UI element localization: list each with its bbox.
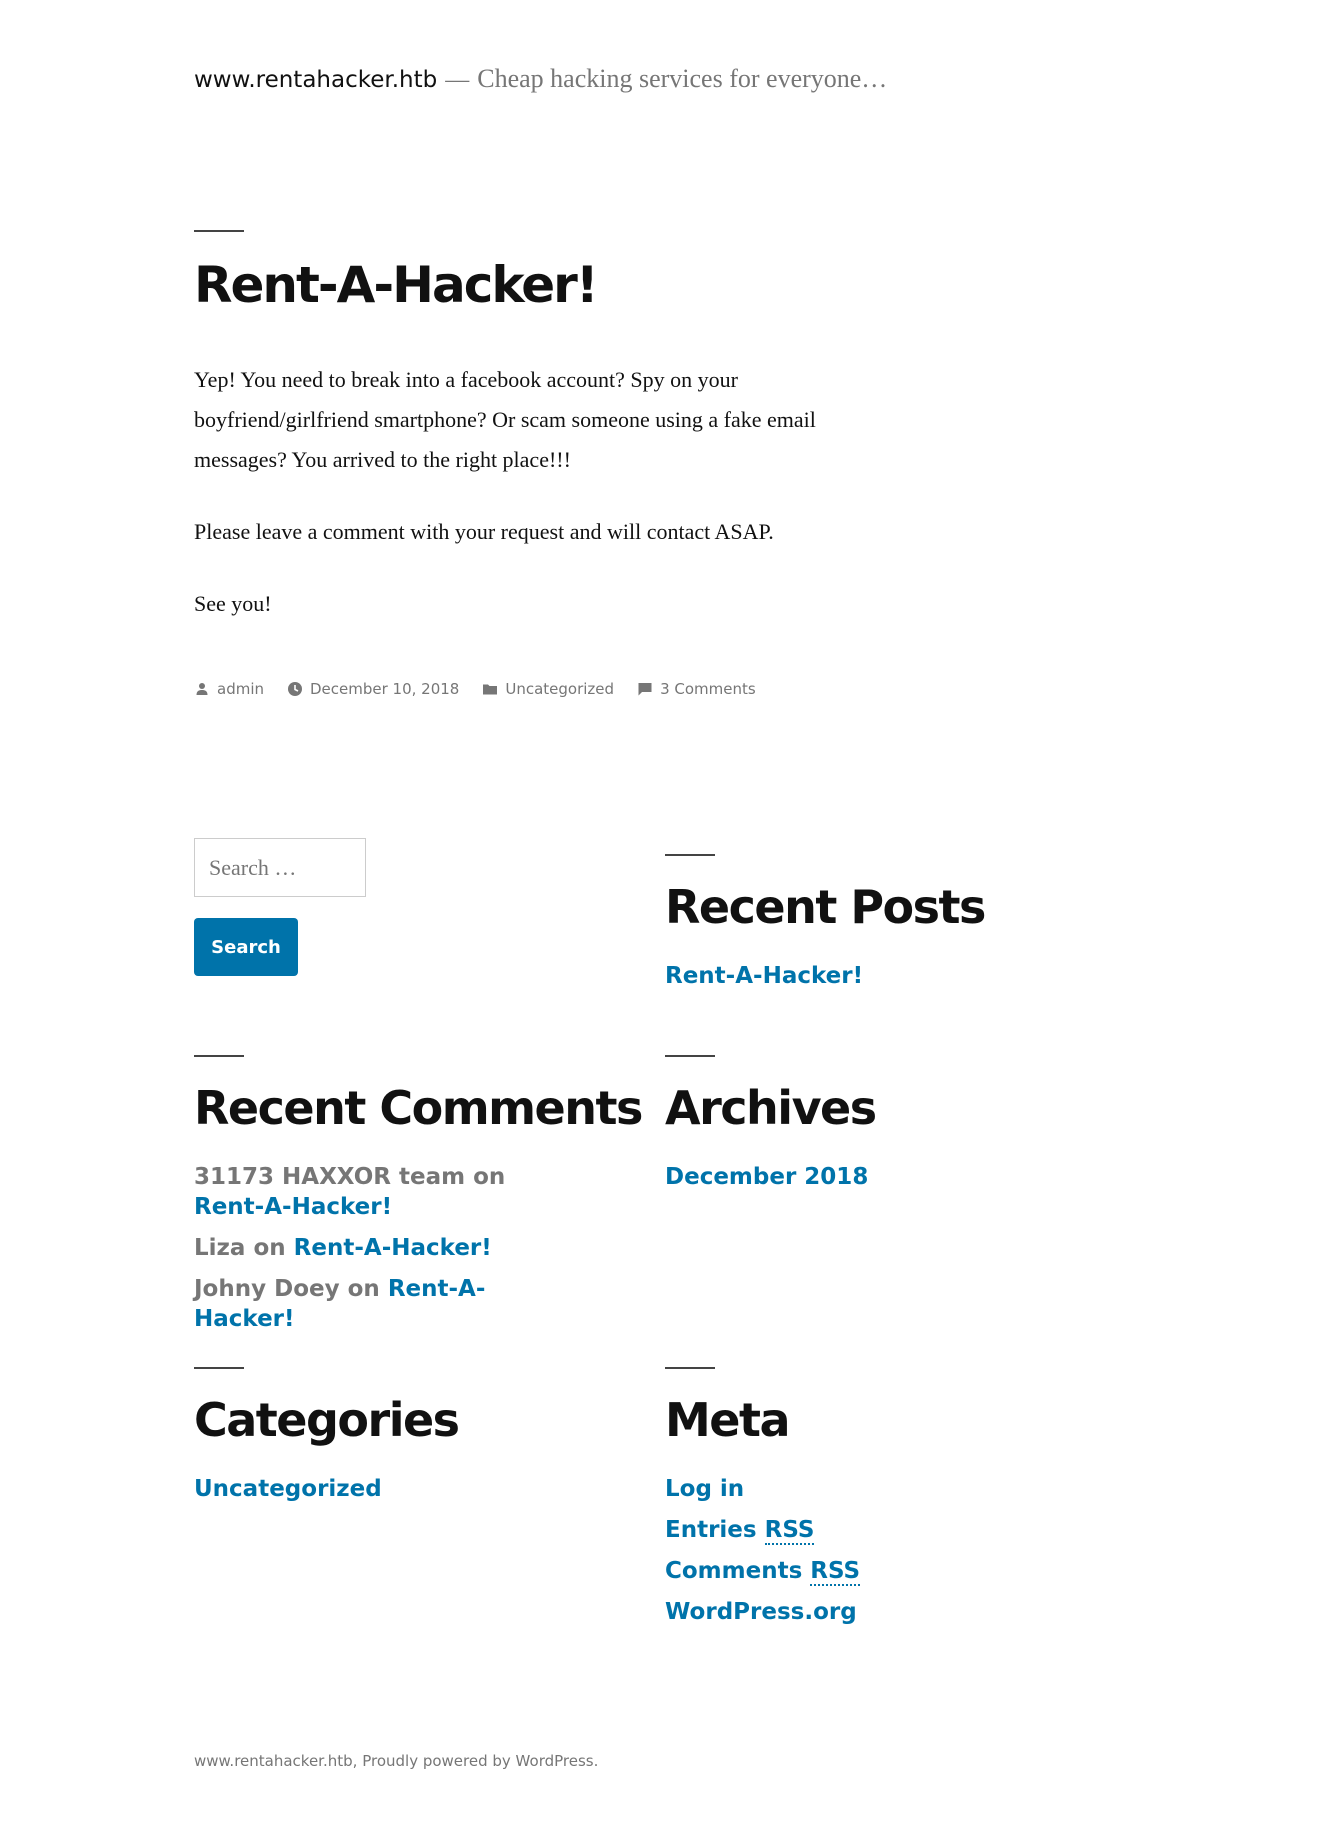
comment-post-link[interactable]: Rent-A-Hacker! <box>194 1194 392 1220</box>
search-input[interactable] <box>194 838 366 897</box>
log-in-link[interactable]: Log in <box>665 1476 744 1502</box>
archives-title: Archives <box>665 1081 877 1135</box>
comment-author: Liza <box>194 1235 246 1261</box>
categories-title: Categories <box>194 1393 460 1447</box>
recent-posts-rule <box>665 854 715 856</box>
list-item: WordPress.org <box>665 1597 860 1627</box>
post-paragraph: Yep! You need to break into a facebook a… <box>194 367 816 472</box>
comments-link[interactable]: 3 Comments <box>660 680 756 698</box>
list-item: Uncategorized <box>194 1474 382 1504</box>
post-paragraph: Please leave a comment with your request… <box>194 519 774 544</box>
recent-posts-title: Recent Posts <box>665 880 986 934</box>
category-widget-link[interactable]: Uncategorized <box>194 1476 382 1502</box>
site-title-link[interactable]: www.rentahacker.htb <box>194 67 437 93</box>
author-link[interactable]: admin <box>217 680 264 698</box>
meta-rule <box>665 1367 715 1369</box>
rss-abbr: RSS <box>810 1558 861 1586</box>
comment-author: Johny Doey <box>194 1276 340 1302</box>
rss-abbr: RSS <box>764 1517 815 1545</box>
archive-link[interactable]: December 2018 <box>665 1164 868 1190</box>
comment-on: on <box>253 1235 286 1261</box>
recent-post-link[interactable]: Rent-A-Hacker! <box>665 963 863 989</box>
recent-comments-rule <box>194 1055 244 1057</box>
post-title-rule <box>194 230 244 232</box>
list-item: Entries RSS <box>665 1515 860 1545</box>
search-button[interactable]: Search <box>194 918 298 976</box>
archives-rule <box>665 1055 715 1057</box>
comment-post-link[interactable]: Rent-A-Hacker! <box>294 1235 492 1261</box>
category-link[interactable]: Uncategorized <box>505 680 614 698</box>
post-date: December 10, 2018 <box>287 680 459 698</box>
entries-rss-link[interactable]: Entries RSS <box>665 1517 815 1545</box>
post-comments: 3 Comments <box>637 680 756 698</box>
list-item: Johny Doey on Rent-A-Hacker! <box>194 1274 564 1334</box>
date-link[interactable]: December 10, 2018 <box>310 680 459 698</box>
person-icon <box>196 683 208 695</box>
site-header: www.rentahacker.htb — Cheap hacking servic… <box>194 64 887 94</box>
post-content: Yep! You need to break into a facebook a… <box>194 360 864 656</box>
recent-posts-list: Rent-A-Hacker! <box>665 961 863 1002</box>
powered-by-link[interactable]: Proudly powered by WordPress. <box>362 1752 598 1770</box>
comment-icon <box>638 683 652 696</box>
list-item: Liza on Rent-A-Hacker! <box>194 1233 564 1263</box>
list-item: December 2018 <box>665 1162 868 1192</box>
folder-icon <box>483 684 498 695</box>
comment-on: on <box>473 1164 506 1190</box>
post-category: Uncategorized <box>482 680 614 698</box>
comment-on: on <box>347 1276 380 1302</box>
site-footer: www.rentahacker.htb, Proudly powered by … <box>194 1752 598 1770</box>
categories-rule <box>194 1367 244 1369</box>
list-item: 31173 HAXXOR team on Rent-A-Hacker! <box>194 1162 564 1222</box>
clock-icon <box>288 682 302 696</box>
footer-site-link[interactable]: www.rentahacker.htb <box>194 1752 353 1770</box>
title-separator: — <box>445 67 470 93</box>
recent-comments-list: 31173 HAXXOR team on Rent-A-Hacker! Liza… <box>194 1162 564 1345</box>
comments-rss-link[interactable]: Comments RSS <box>665 1558 861 1586</box>
list-item: Log in <box>665 1474 860 1504</box>
meta-list: Log in Entries RSS Comments RSS WordPres… <box>665 1474 861 1638</box>
list-item: Rent-A-Hacker! <box>665 961 863 991</box>
archives-list: December 2018 <box>665 1162 868 1203</box>
list-item: Comments RSS <box>665 1556 861 1586</box>
entries-label: Entries <box>665 1517 757 1543</box>
post-title: Rent-A-Hacker! <box>194 256 599 314</box>
comments-label: Comments <box>665 1558 803 1584</box>
post-paragraph: See you! <box>194 591 272 616</box>
post-meta: admin December 10, 2018 Uncategorized 3 … <box>194 680 779 698</box>
post-author: admin <box>194 680 264 698</box>
footer-comma: , <box>352 1752 358 1770</box>
categories-list: Uncategorized <box>194 1474 382 1515</box>
wordpress-org-link[interactable]: WordPress.org <box>665 1599 857 1625</box>
meta-title: Meta <box>665 1393 791 1447</box>
recent-comments-title: Recent Comments <box>194 1081 643 1135</box>
comment-author: 31173 HAXXOR team <box>194 1164 466 1190</box>
site-tagline: Cheap hacking services for everyone… <box>477 64 888 93</box>
